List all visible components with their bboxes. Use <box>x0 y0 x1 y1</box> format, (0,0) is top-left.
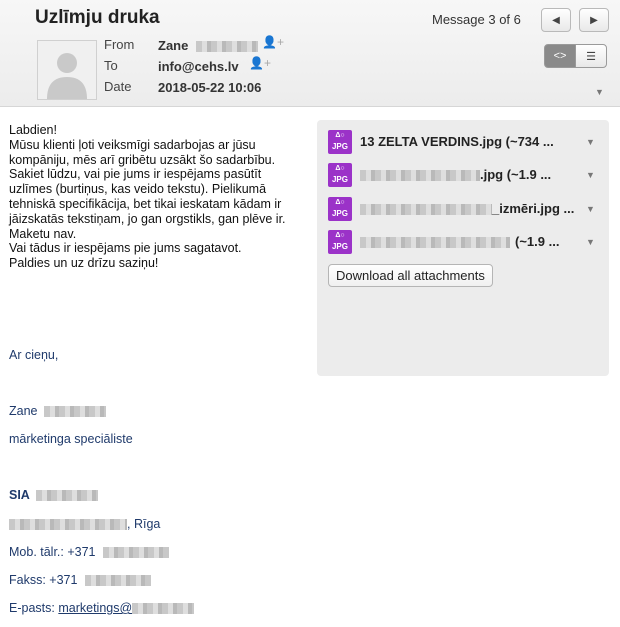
attachment-item[interactable]: Δ○ JPG 13 ZELTA VERDINS.jpg (~734 ... ▼ <box>328 130 598 154</box>
attachments-panel: Δ○ JPG 13 ZELTA VERDINS.jpg (~734 ... ▼ Δ… <box>317 120 609 376</box>
attachment-name: .jpg (~1.9 ... <box>360 167 551 182</box>
redacted-filename <box>360 204 492 216</box>
jpg-file-icon: Δ○ JPG <box>328 230 352 254</box>
message-subject: Uzlīmju druka <box>35 7 160 28</box>
redacted-filename <box>360 170 480 182</box>
chevron-down-icon[interactable]: ▼ <box>586 237 595 247</box>
download-all-attachments-button[interactable]: Download all attachments <box>328 264 493 287</box>
chevron-left-icon: ◀ <box>552 14 560 26</box>
attachment-item[interactable]: Δ○ JPG (~1.9 ... ▼ <box>328 230 598 254</box>
chevron-down-icon[interactable]: ▼ <box>586 137 595 147</box>
message-count: Message 3 of 6 <box>432 12 521 27</box>
to-value[interactable]: info@cehs.lv <box>158 59 239 74</box>
signature-phone: Mob. tālr.: +371 <box>9 545 169 559</box>
code-view-button[interactable]: <> <box>544 44 576 68</box>
signature-address: , Rīga <box>9 517 160 531</box>
redacted-company <box>36 490 99 502</box>
signature-closing: Ar cieņu, <box>9 348 59 362</box>
add-contact-icon[interactable]: 👤+ <box>249 56 271 70</box>
jpg-file-icon: Δ○ JPG <box>328 163 352 187</box>
attachment-name: 13 ZELTA VERDINS.jpg (~734 ... <box>360 134 554 149</box>
plain-view-button[interactable]: ☰ <box>575 44 607 68</box>
jpg-file-icon: Δ○ JPG <box>328 197 352 221</box>
to-label: To <box>104 58 118 73</box>
attachment-name: (~1.9 ... <box>360 234 559 249</box>
add-contact-icon[interactable]: 👤+ <box>262 35 284 49</box>
signature-name: Zane <box>9 404 106 418</box>
chevron-down-icon[interactable]: ▼ <box>595 87 604 97</box>
code-brackets-icon: <> <box>553 50 567 62</box>
chevron-right-icon: ▶ <box>590 14 598 26</box>
signature-role: mārketinga speciāliste <box>9 432 133 446</box>
email-link[interactable]: marketings@ <box>58 601 195 615</box>
redacted-phone <box>103 547 169 559</box>
previous-message-button[interactable]: ◀ <box>541 8 571 32</box>
message-body: Labdien! Mūsu klienti ļoti veiksmīgi sad… <box>9 123 286 271</box>
redacted-street <box>9 519 127 531</box>
date-value: 2018-05-22 10:06 <box>158 80 262 95</box>
from-value[interactable]: Zane <box>158 38 258 53</box>
from-name: Zane <box>158 38 189 53</box>
date-label: Date <box>104 79 132 94</box>
attachment-item[interactable]: Δ○ JPG _izmēri.jpg ... ▼ <box>328 197 598 221</box>
redacted-email-domain <box>132 603 195 615</box>
chevron-down-icon[interactable]: ▼ <box>586 170 595 180</box>
signature-fax: Fakss: +371 <box>9 573 151 587</box>
from-label: From <box>104 37 135 52</box>
redacted-surname <box>43 406 106 418</box>
attachment-name: _izmēri.jpg ... <box>360 201 574 216</box>
message-header: Uzlīmju druka Message 3 of 6 ◀ ▶ From Za… <box>0 0 620 107</box>
redacted-fax <box>84 575 151 587</box>
chevron-down-icon[interactable]: ▼ <box>586 204 595 214</box>
jpg-file-icon: Δ○ JPG <box>328 130 352 154</box>
person-silhouette-icon <box>47 53 87 99</box>
next-message-button[interactable]: ▶ <box>579 8 609 32</box>
attachment-item[interactable]: Δ○ JPG .jpg (~1.9 ... ▼ <box>328 163 598 187</box>
redacted-surname <box>195 41 258 53</box>
list-lines-icon: ☰ <box>586 50 596 63</box>
redacted-filename <box>360 237 510 249</box>
signature-email: E-pasts: marketings@ <box>9 601 195 615</box>
signature-company: SIA <box>9 488 99 502</box>
sender-avatar <box>37 40 97 100</box>
